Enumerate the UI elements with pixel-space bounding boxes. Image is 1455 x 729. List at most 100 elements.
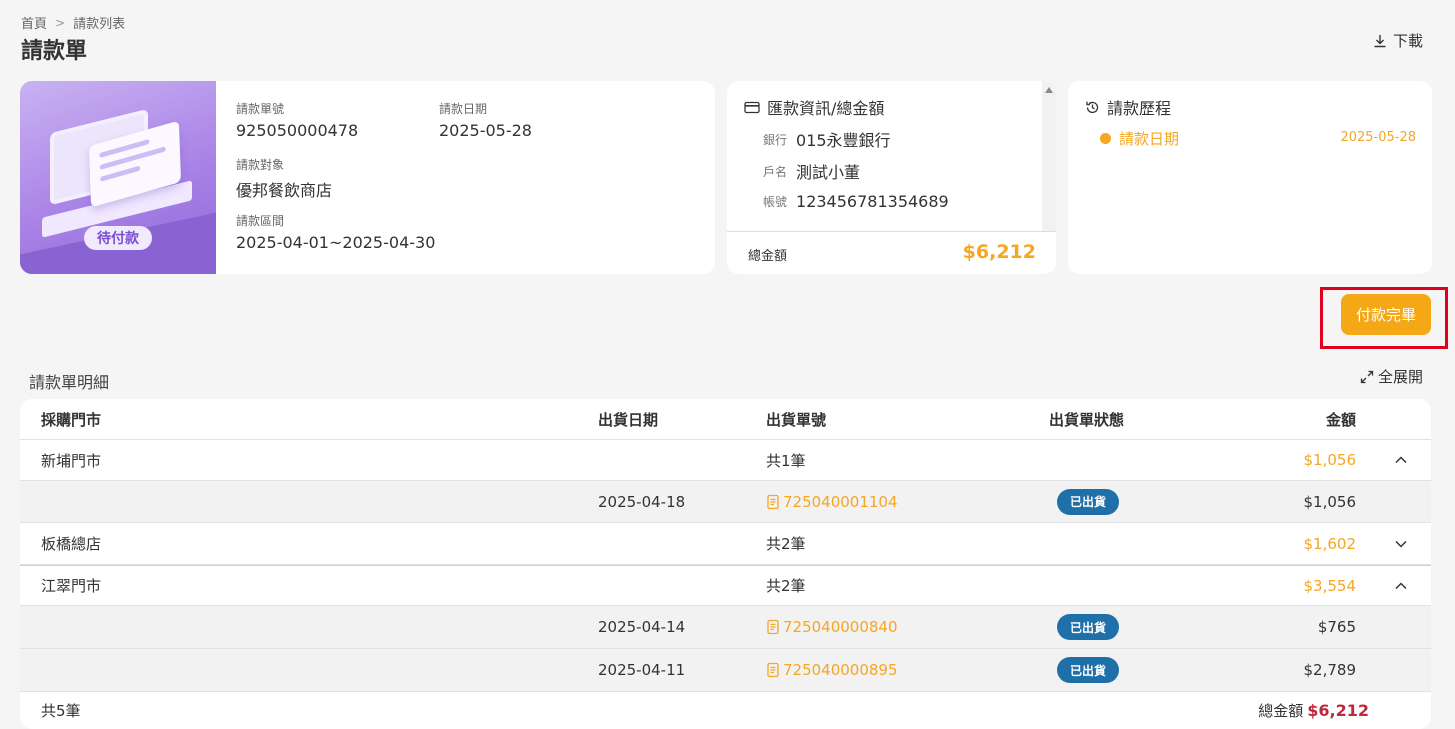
- col-ship-date: 出貨日期: [598, 410, 659, 429]
- remittance-title-text: 匯款資訊/總金額: [767, 99, 885, 118]
- group-amount: $1,602: [1303, 534, 1357, 553]
- ship-date: 2025-04-14: [598, 618, 686, 636]
- grand-total-label: 總金額: [1258, 702, 1304, 720]
- ship-no-link[interactable]: 725040001104: [766, 481, 898, 522]
- ship-status-badge: 已出貨: [1057, 614, 1119, 640]
- ship-amount: $1,056: [1303, 492, 1357, 511]
- ship-amount: $765: [1317, 618, 1356, 636]
- history-item-label: 請款日期: [1119, 130, 1180, 148]
- timeline-dot: [1100, 133, 1111, 144]
- invoice-number-field: 請款單號 925050000478: [236, 100, 358, 140]
- remit-account-no-row: 帳號 123456781354689: [763, 192, 949, 211]
- ship-status-badge: 已出貨: [1057, 657, 1119, 683]
- history-item-date: 2025-05-28: [1340, 130, 1416, 145]
- group-row-jiangcui[interactable]: 江翠門市 共2筆 $3,554: [20, 565, 1431, 606]
- ship-no-link[interactable]: 725040000895: [766, 649, 898, 691]
- document-icon: [767, 619, 779, 635]
- download-label: 下載: [1392, 32, 1423, 50]
- account-no-value: 123456781354689: [796, 192, 949, 211]
- chevron-up-icon[interactable]: [1393, 566, 1409, 605]
- group-store: 板橋總店: [41, 535, 102, 553]
- status-badge: 待付款: [84, 226, 152, 250]
- account-name-value: 測試小董: [796, 163, 861, 182]
- highlight-annotation-box: [1320, 287, 1448, 349]
- group-row-banqiao[interactable]: 板橋總店 共2筆 $1,602: [20, 523, 1431, 565]
- invoice-date-value: 2025-05-28: [439, 121, 532, 140]
- invoice-period-field: 請款區間 2025-04-01~2025-04-30: [236, 212, 435, 252]
- invoice-date-label: 請款日期: [439, 102, 488, 116]
- ship-status-cell: 已出貨: [1049, 649, 1119, 691]
- invoice-target-label: 請款對象: [236, 158, 285, 172]
- credit-card-icon: [744, 101, 760, 113]
- remittance-title: 匯款資訊/總金額: [744, 95, 884, 119]
- col-amount: 金額: [1325, 410, 1356, 429]
- ship-status-badge: 已出貨: [1057, 488, 1119, 515]
- breadcrumb: 首頁 > 請款列表: [21, 13, 125, 33]
- col-ship-no: 出貨單號: [766, 410, 827, 429]
- document-icon: [767, 662, 779, 678]
- group-amount: $1,056: [1303, 451, 1357, 469]
- invoice-number-label: 請款單號: [236, 102, 285, 116]
- details-title: 請款單明細: [29, 373, 110, 392]
- table-row: 2025-04-14 725040000840 已出貨 $765: [20, 606, 1431, 649]
- invoice-info-card: 待付款 請款單號 925050000478 請款日期 2025-05-28 請款…: [20, 81, 715, 274]
- ship-date: 2025-04-11: [598, 661, 686, 679]
- scroll-up-arrow-icon[interactable]: [1045, 87, 1053, 93]
- invoice-period-value: 2025-04-01~2025-04-30: [236, 233, 436, 252]
- breadcrumb-home[interactable]: 首頁: [21, 13, 47, 32]
- history-title-text: 請款歷程: [1107, 99, 1172, 118]
- history-title: 請款歷程: [1085, 95, 1171, 119]
- expand-all-label: 全展開: [1377, 368, 1423, 386]
- account-no-label: 帳號: [763, 195, 788, 209]
- ship-amount: $2,789: [1303, 661, 1357, 679]
- ship-status-cell: 已出貨: [1049, 481, 1119, 522]
- col-store: 採購門市: [41, 410, 102, 429]
- total-label: 總金額: [748, 249, 788, 264]
- chevron-down-icon[interactable]: [1393, 523, 1409, 564]
- breadcrumb-separator: >: [55, 15, 66, 30]
- ship-no-link[interactable]: 725040000840: [766, 606, 898, 648]
- chevron-up-icon[interactable]: [1393, 440, 1409, 480]
- table-row: 2025-04-11 725040000895 已出貨 $2,789: [20, 649, 1431, 692]
- history-item: 請款日期: [1100, 128, 1179, 149]
- bank-label: 銀行: [763, 132, 788, 147]
- remit-bank-row: 銀行 015永豐銀行: [763, 127, 891, 151]
- group-store: 江翠門市: [41, 577, 102, 595]
- remittance-scrollbar[interactable]: [1042, 81, 1056, 231]
- ship-no-text: 725040000840: [783, 618, 898, 636]
- remittance-card: 匯款資訊/總金額 銀行 015永豐銀行 戶名 測試小董 帳號 123456781…: [727, 81, 1056, 274]
- invoice-illustration: 待付款: [20, 81, 216, 274]
- breadcrumb-current[interactable]: 請款列表: [73, 13, 125, 32]
- divider: [727, 231, 1056, 232]
- group-store: 新埔門市: [41, 451, 102, 470]
- ship-no-text: 725040001104: [783, 492, 898, 511]
- invoice-target-value: 優邦餐飲商店: [236, 181, 333, 200]
- invoice-period-label: 請款區間: [236, 214, 285, 228]
- table-header: 採購門市 出貨日期 出貨單號 出貨單狀態 金額: [20, 399, 1431, 440]
- table-footer: 共5筆 總金額 $6,212: [20, 692, 1431, 729]
- group-count: 共2筆: [766, 577, 806, 595]
- group-count: 共1筆: [766, 451, 806, 470]
- invoice-target-field: 請款對象 優邦餐飲商店: [236, 156, 332, 201]
- ship-date: 2025-04-18: [598, 492, 686, 511]
- col-ship-status: 出貨單狀態: [1049, 410, 1125, 429]
- download-button[interactable]: 下載: [1373, 30, 1423, 51]
- group-amount: $3,554: [1303, 576, 1357, 595]
- history-card: 請款歷程 請款日期 2025-05-28: [1068, 81, 1432, 274]
- group-row-xinpu[interactable]: 新埔門市 共1筆 $1,056: [20, 440, 1431, 481]
- history-icon: [1086, 101, 1099, 113]
- ship-status-cell: 已出貨: [1049, 606, 1119, 648]
- invoice-number-value: 925050000478: [236, 121, 359, 140]
- ship-no-text: 725040000895: [783, 661, 898, 679]
- table-row: 2025-04-18 725040001104 已出貨 $1,056: [20, 481, 1431, 523]
- footer-count: 共5筆: [41, 702, 81, 720]
- invoice-date-field: 請款日期 2025-05-28: [439, 100, 532, 140]
- details-table: 採購門市 出貨日期 出貨單號 出貨單狀態 金額 新埔門市 共1筆 $1,056 …: [20, 399, 1431, 729]
- group-count: 共2筆: [766, 535, 806, 553]
- grand-total-value: $6,212: [1307, 701, 1369, 720]
- account-name-label: 戶名: [763, 164, 788, 179]
- bank-value: 015永豐銀行: [796, 131, 891, 150]
- document-icon: [767, 494, 779, 509]
- expand-all-button[interactable]: 全展開: [1360, 366, 1423, 387]
- remit-account-name-row: 戶名 測試小董: [763, 159, 860, 183]
